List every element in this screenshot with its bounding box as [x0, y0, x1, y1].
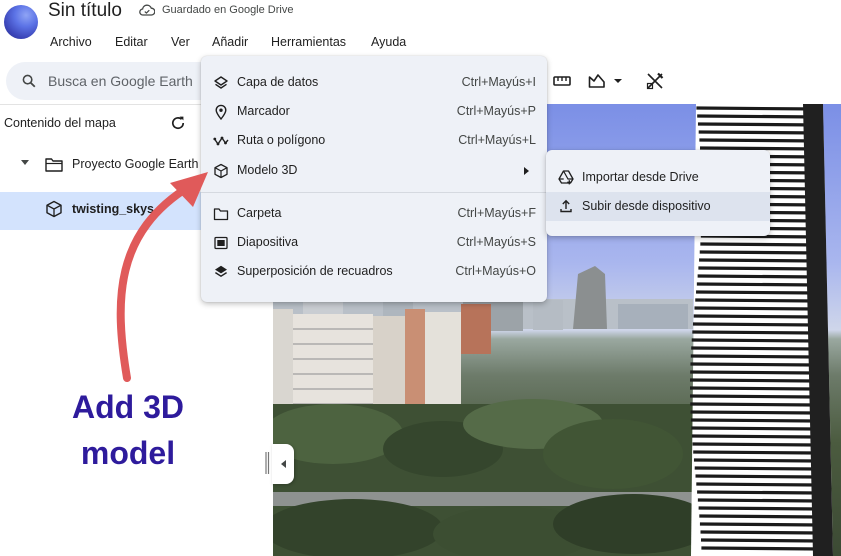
ruler-icon[interactable] — [553, 72, 571, 90]
menu-item-path-polygon[interactable]: Ruta o polígono Ctrl+Mayús+L — [201, 126, 547, 155]
menu-anadir[interactable]: Añadir — [212, 35, 248, 49]
menu-separator — [201, 192, 547, 193]
menu-item-label: Capa de datos — [237, 75, 319, 89]
model-label: twisting_skys — [72, 202, 154, 216]
cube-icon — [46, 200, 62, 218]
folder-icon — [213, 208, 229, 221]
search-icon[interactable] — [22, 74, 36, 88]
panel-title: Contenido del mapa — [4, 116, 116, 130]
annotation-line-1: Add 3D — [72, 389, 184, 425]
google-earth-logo — [4, 5, 38, 39]
menu-item-label: Ruta o polígono — [237, 133, 326, 147]
caret-down-icon[interactable] — [21, 160, 29, 165]
cloud-done-icon — [139, 4, 155, 16]
save-status: Guardado en Google Drive — [162, 4, 294, 16]
overlay-icon — [215, 265, 227, 278]
menu-item-shortcut: Ctrl+Mayús+L — [458, 133, 536, 147]
menu-item-slide[interactable]: Diapositiva Ctrl+Mayús+S — [201, 228, 547, 257]
chevron-left-icon[interactable] — [281, 460, 286, 468]
menu-item-shortcut: Ctrl+Mayús+I — [461, 75, 536, 89]
submenu-item-label: Importar desde Drive — [582, 170, 699, 184]
pin-icon — [215, 104, 227, 120]
upload-icon — [560, 199, 572, 213]
menu-item-shortcut: Ctrl+Mayús+F — [457, 206, 537, 220]
menu-item-label: Marcador — [237, 104, 290, 118]
menu-item-placemark[interactable]: Marcador Ctrl+Mayús+P — [201, 97, 547, 126]
menu-ver[interactable]: Ver — [171, 35, 190, 49]
search-input[interactable] — [48, 71, 208, 91]
project-label: Proyecto Google Earth — [72, 157, 199, 171]
project-title[interactable]: Sin título — [48, 0, 122, 22]
menu-item-overlay[interactable]: Superposición de recuadros Ctrl+Mayús+O — [201, 257, 547, 286]
annotation-text: Add 3D model — [40, 384, 216, 476]
menu-item-3d-model[interactable]: Modelo 3D — [201, 156, 547, 185]
submenu-item-label: Subir desde dispositivo — [582, 199, 711, 213]
menu-item-shortcut: Ctrl+Mayús+O — [455, 264, 536, 278]
menu-item-label: Carpeta — [237, 206, 282, 220]
submenu-item-upload-device[interactable]: Subir desde dispositivo — [546, 192, 770, 221]
drag-handle-icon[interactable] — [264, 452, 270, 474]
path-icon — [213, 136, 229, 146]
drive-icon — [558, 170, 574, 185]
menu-item-label: Diapositiva — [237, 235, 299, 249]
refresh-icon[interactable] — [170, 115, 186, 131]
menu-item-folder[interactable]: Carpeta Ctrl+Mayús+F — [201, 199, 547, 228]
menu-item-label: Modelo 3D — [237, 163, 298, 177]
menu-ayuda[interactable]: Ayuda — [371, 35, 406, 49]
measure-tools-icon[interactable] — [646, 72, 664, 90]
layers-icon — [214, 76, 228, 89]
menu-item-shortcut: Ctrl+Mayús+P — [456, 104, 536, 118]
menu-item-label: Superposición de recuadros — [237, 264, 393, 278]
menu-archivo[interactable]: Archivo — [50, 35, 92, 49]
menu-item-shortcut: Ctrl+Mayús+S — [456, 235, 536, 249]
menu-item-data-layer[interactable]: Capa de datos Ctrl+Mayús+I — [201, 68, 547, 97]
cube-icon — [214, 163, 228, 179]
slide-icon — [214, 236, 228, 250]
folder-icon — [45, 158, 63, 172]
submenu-arrow-icon — [524, 167, 529, 175]
menu-herramientas[interactable]: Herramientas — [271, 35, 346, 49]
menu-editar[interactable]: Editar — [115, 35, 148, 49]
annotation-line-2: model — [80, 435, 176, 471]
map-style-icon[interactable] — [588, 72, 624, 90]
submenu-item-import-drive[interactable]: Importar desde Drive — [546, 163, 770, 192]
